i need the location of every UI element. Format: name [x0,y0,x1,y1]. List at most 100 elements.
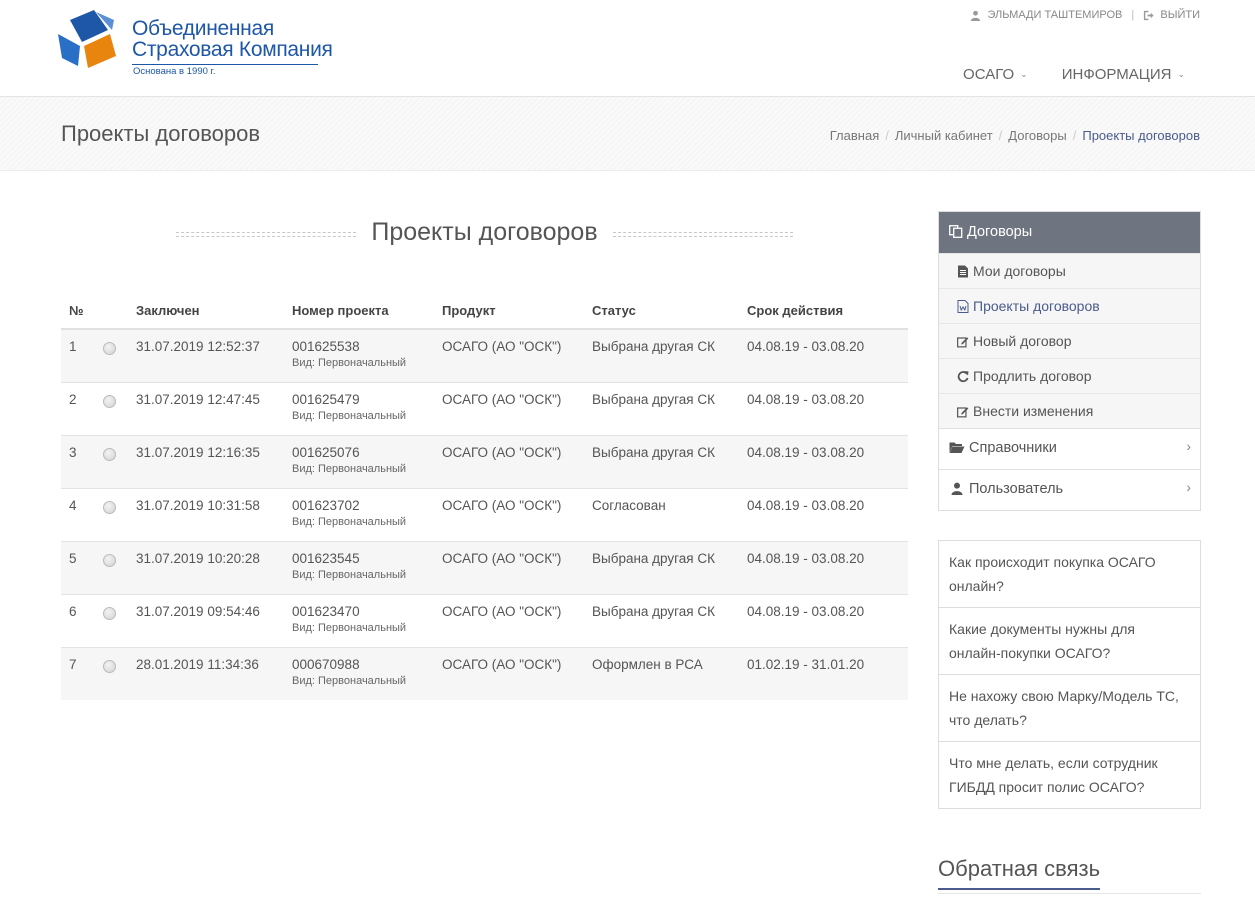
nav-information-label: ИНФОРМАЦИЯ [1061,66,1172,83]
row-product: ОСАГО (АО "ОСК") [434,328,584,382]
sidebar-item-label: Внести изменения [973,403,1094,419]
faq-item[interactable]: Что мне делать, если сотрудник ГИБДД про… [939,741,1200,808]
row-kind: Вид: Первоначальный [292,462,407,475]
row-date: 31.07.2019 09:54:46 [128,593,284,647]
folder-open-icon [949,442,965,453]
row-status: Выбрана другая СК [584,328,739,382]
projects-table: № Заключен Номер проекта Продукт Статус … [61,293,908,700]
sidebar-item-user[interactable]: Пользователь › [939,469,1200,510]
logout-link[interactable]: ВЫЙТИ [1160,9,1200,21]
breadcrumb-separator: / [1072,128,1077,143]
user-icon [951,482,963,495]
row-product: ОСАГО (АО "ОСК") [434,434,584,488]
row-period: 04.08.19 - 03.08.20 [739,434,908,488]
sidebar-item-renew-contract[interactable]: Продлить договор [939,358,1200,393]
row-number: 5 [61,540,95,594]
site-header: Объединенная Страховая Компания Основана… [0,0,1255,97]
sidebar-item-new-contract[interactable]: Новый договор [939,323,1200,358]
table-row[interactable]: 7 28.01.2019 11:34:36 000670988 Вид: Перв… [61,646,908,700]
file-text-icon [958,265,968,278]
user-name-link[interactable]: ЭЛЬМАДИ ТАШТЕМИРОВ [987,9,1122,21]
sidebar-item-label: Пользователь [969,481,1064,497]
row-status: Согласован [584,487,739,541]
breadcrumb-contracts[interactable]: Договоры [1008,128,1066,143]
faq-item[interactable]: Не нахожу свою Марку/Модель ТС, что дела… [939,674,1200,741]
row-kind: Вид: Первоначальный [292,357,407,369]
row-date: 31.07.2019 12:16:35 [128,434,284,488]
company-logo[interactable]: Объединенная Страховая Компания Основана… [56,8,333,78]
row-project-number: 001625538 [292,339,360,354]
breadcrumb-home[interactable]: Главная [830,128,879,143]
row-project-number: 001623702 [292,497,360,513]
breadcrumb-cabinet[interactable]: Личный кабинет [895,128,993,143]
row-kind: Вид: Первоначальный [292,674,407,687]
logo-mark-icon [58,10,116,68]
sidebar-item-label: Продлить договор [973,368,1092,384]
row-radio[interactable] [103,447,116,461]
row-number: 1 [61,328,95,382]
row-kind: Вид: Первоначальный [292,568,407,581]
row-project-number: 000670988 [292,656,360,672]
col-select [95,293,128,330]
table-row[interactable]: 6 31.07.2019 09:54:46 001623470 Вид: Перв… [61,593,908,647]
table-row[interactable]: 2 31.07.2019 12:47:45 001625479 Вид: Перв… [61,381,908,435]
row-product: ОСАГО (АО "ОСК") [434,487,584,541]
row-kind: Вид: Первоначальный [292,515,407,528]
faq-list: Как происходит покупка ОСАГО онлайн? Как… [938,540,1201,809]
row-number: 7 [61,646,95,700]
row-project-number: 001623470 [292,603,360,619]
chevron-right-icon: › [1186,479,1191,495]
faq-item[interactable]: Какие документы нужны для онлайн-покупки… [939,607,1200,674]
nav-information[interactable]: ИНФОРМАЦИЯ ⌄ [1062,66,1185,83]
logo-line-2: Страховая Компания [132,38,333,61]
row-period: 01.02.19 - 31.01.20 [739,646,908,700]
nav-osago-label: ОСАГО [963,66,1015,83]
row-period: 04.08.19 - 03.08.20 [739,487,908,541]
table-row[interactable]: 5 31.07.2019 10:20:28 001623545 Вид: Перв… [61,540,908,594]
row-date: 31.07.2019 12:47:45 [128,381,284,435]
row-radio[interactable] [103,553,116,567]
col-number: № [61,293,95,330]
row-radio[interactable] [103,606,116,620]
nav-osago[interactable]: ОСАГО ⌄ [963,66,1028,83]
table-row[interactable]: 3 31.07.2019 12:16:35 001625076 Вид: Перв… [61,434,908,488]
sidebar-item-make-changes[interactable]: Внести изменения [939,393,1200,428]
row-project-number: 001625076 [292,444,360,460]
breadcrumb-current: Проекты договоров [1082,128,1200,143]
sidebar-item-label: Проекты договоров [973,298,1100,314]
row-period: 04.08.19 - 03.08.20 [739,540,908,594]
row-number: 3 [61,434,95,488]
row-period: 04.08.19 - 03.08.20 [739,593,908,647]
breadcrumb-separator: / [998,128,1003,143]
file-word-icon [957,300,969,313]
row-radio[interactable] [103,394,116,408]
row-project-number: 001623545 [292,550,360,566]
sidebar-item-label: Мои договоры [973,263,1066,279]
chevron-down-icon: ⌄ [1177,69,1185,79]
row-kind: Вид: Первоначальный [292,409,407,422]
page-title-band: Проекты договоров Главная / Личный кабинет… [0,97,1255,171]
logo-rule [132,64,318,65]
faq-item[interactable]: Как происходит покупка ОСАГО онлайн? [939,541,1200,607]
sidebar-item-references[interactable]: Справочники › [939,428,1200,469]
row-number: 4 [61,487,95,541]
sidebar-item-label: Справочники [969,440,1057,456]
row-radio[interactable] [103,500,116,514]
chevron-right-icon: › [1186,438,1191,454]
row-radio[interactable] [103,342,116,355]
row-radio[interactable] [103,659,116,673]
table-row[interactable]: 1 31.07.2019 12:52:37 001625538 Вид: Перв… [61,328,908,382]
sidebar-item-draft-contracts[interactable]: Проекты договоров [939,288,1200,323]
sidebar-section-label: Договоры [967,224,1033,240]
sidebar-item-my-contracts[interactable]: Мои договоры [939,253,1200,288]
refresh-icon [957,371,969,383]
col-product: Продукт [434,293,584,330]
chevron-down-icon: ⌄ [1020,69,1028,79]
row-date: 31.07.2019 12:52:37 [128,328,284,382]
col-validity: Срок действия [739,293,908,330]
row-status: Выбрана другая СК [584,434,739,488]
sidebar-section-contracts[interactable]: Договоры [939,212,1200,253]
table-header-row: № Заключен Номер проекта Продукт Статус … [61,293,908,330]
row-product: ОСАГО (АО "ОСК") [434,381,584,435]
table-row[interactable]: 4 31.07.2019 10:31:58 001623702 Вид: Перв… [61,487,908,541]
